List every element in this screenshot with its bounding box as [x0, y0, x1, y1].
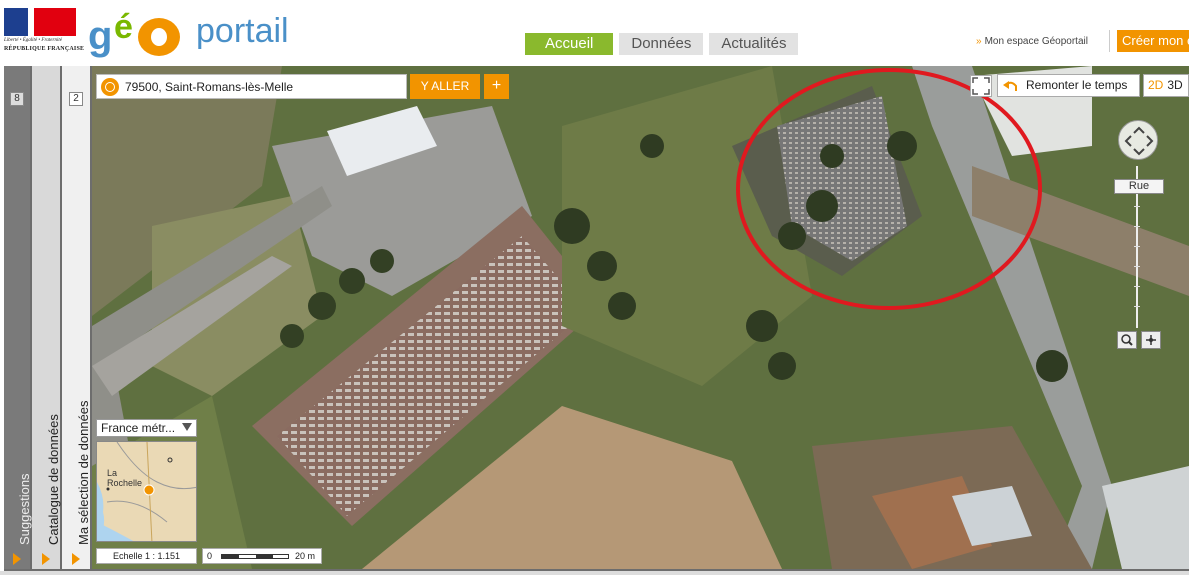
sidebar-tab-label: Suggestions	[17, 473, 32, 545]
scale-ratio: Echelle 1 : 1.151	[96, 548, 197, 564]
sidebar-tab-label: Ma sélection de données	[76, 400, 91, 545]
logo-portail-text: portail	[196, 12, 289, 50]
main-nav: Accueil Données Actualités	[525, 33, 799, 55]
scale-start: 0	[207, 551, 213, 561]
mon-espace-link[interactable]: » Mon espace Géoportail	[976, 36, 1088, 47]
dropdown-arrow-icon	[182, 423, 192, 431]
expand-arrow-icon	[13, 553, 21, 565]
header: Liberté • Égalité • Fraternité RÉPUBLIQU…	[0, 0, 1189, 66]
french-flag-icon	[4, 8, 76, 36]
header-divider	[1109, 30, 1110, 52]
app-area: 8 Suggestions Catalogue de données 2 Ma …	[4, 66, 1189, 571]
scale-end: 20 m	[295, 551, 316, 561]
pan-arrows-icon	[1124, 126, 1154, 156]
selection-count-badge: 2	[69, 92, 83, 106]
suggestions-count-badge: 8	[10, 92, 24, 106]
minimap-city-label: Rochelle	[107, 478, 142, 488]
undo-arrow-icon	[1003, 81, 1017, 91]
zoom-tick	[1134, 306, 1140, 307]
scale-graphic	[221, 554, 289, 559]
logo-o-icon	[138, 18, 180, 56]
minimap-graphic: La Rochelle	[97, 442, 196, 541]
map-viewport[interactable]: Y ALLER + Remonter le temps 2D 3D	[92, 66, 1189, 569]
toggle-3d[interactable]: 3D	[1167, 78, 1182, 92]
republic-motto: Liberté • Égalité • Fraternité	[4, 38, 62, 43]
overview-minimap[interactable]: La Rochelle	[96, 441, 197, 542]
scale-bar: 0 20 m	[202, 548, 322, 564]
geoportail-logo[interactable]: g é portail	[88, 4, 318, 60]
time-button-label: Remonter le temps	[1026, 78, 1128, 92]
logo-geo-text: g	[88, 14, 113, 58]
zoom-tick	[1134, 206, 1140, 207]
pan-control[interactable]	[1118, 120, 1158, 160]
republique-francaise-logo[interactable]: Liberté • Égalité • Fraternité RÉPUBLIQU…	[4, 8, 84, 54]
aerial-imagery	[92, 66, 1189, 569]
sidebar-tab-label: Catalogue de données	[46, 414, 61, 545]
tab-accueil[interactable]: Accueil	[525, 33, 614, 55]
mon-espace-label: Mon espace Géoportail	[984, 36, 1088, 47]
location-target-icon[interactable]	[101, 78, 119, 96]
crosshair-icon[interactable]	[1141, 331, 1161, 349]
expand-arrow-icon	[42, 553, 50, 565]
territory-select[interactable]: France métr...	[96, 419, 197, 437]
sidebar-tab-catalogue[interactable]: Catalogue de données	[32, 66, 61, 569]
sidebar-tab-suggestions[interactable]: 8 Suggestions	[4, 66, 32, 569]
double-chevron-icon: »	[976, 36, 982, 47]
zoom-tick	[1134, 246, 1140, 247]
minimap-city-label: La	[107, 468, 117, 478]
zoom-level-label[interactable]: Rue	[1114, 179, 1164, 194]
remonter-le-temps-button[interactable]: Remonter le temps	[997, 74, 1140, 97]
zoom-tick	[1134, 286, 1140, 287]
view-mode-toggle[interactable]: 2D 3D	[1143, 74, 1189, 97]
create-account-button[interactable]: Créer mon e	[1117, 30, 1189, 52]
go-button[interactable]: Y ALLER	[410, 74, 480, 99]
magnifier-icon[interactable]	[1117, 331, 1137, 349]
zoom-tick	[1134, 226, 1140, 227]
bottom-bar	[0, 571, 1189, 575]
fullscreen-icon[interactable]	[970, 75, 992, 97]
republic-name: RÉPUBLIQUE FRANÇAISE	[4, 46, 85, 52]
sidebar-tab-selection[interactable]: 2 Ma sélection de données	[62, 66, 91, 569]
logo-e-text: é	[114, 8, 133, 46]
search-input[interactable]	[125, 77, 403, 96]
toggle-2d[interactable]: 2D	[1148, 78, 1163, 92]
territory-select-value: France métr...	[101, 421, 176, 435]
zoom-tick	[1134, 266, 1140, 267]
expand-arrow-icon	[72, 553, 80, 565]
add-button[interactable]: +	[484, 74, 509, 99]
tab-donnees[interactable]: Données	[619, 33, 704, 55]
address-search[interactable]	[96, 74, 407, 99]
tab-actualites[interactable]: Actualités	[709, 33, 799, 55]
